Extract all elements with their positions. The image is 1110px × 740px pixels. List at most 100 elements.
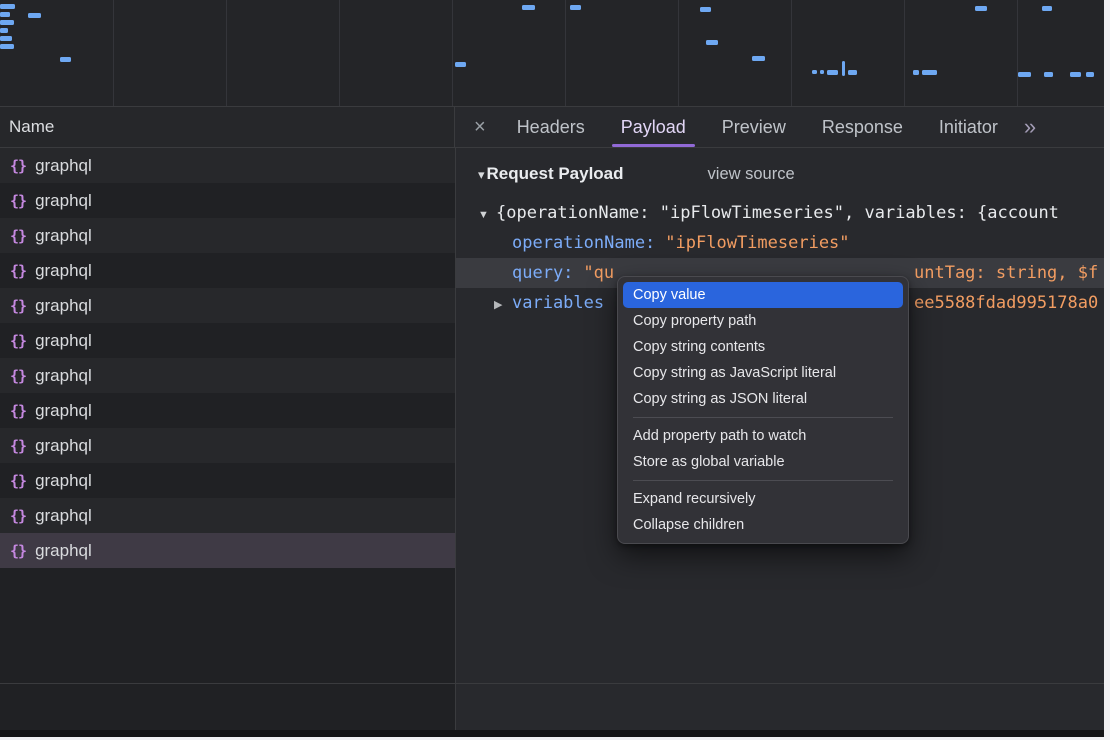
json-braces-icon: {} — [10, 472, 26, 490]
name-column-label: Name — [9, 117, 54, 137]
request-row[interactable]: {} graphql — [0, 183, 455, 218]
tree-row-operationname[interactable]: operationName:"ipFlowTimeseries" — [456, 228, 1104, 258]
request-row[interactable]: {} graphql — [0, 148, 455, 183]
request-label: graphql — [35, 261, 92, 281]
json-braces-icon: {} — [10, 192, 26, 210]
request-row[interactable]: {} graphql — [0, 323, 455, 358]
request-list: {} graphql {} graphql {} graphql {} graphql {} gr… — [0, 148, 456, 737]
menu-item-collapse-children[interactable]: Collapse children — [623, 512, 903, 538]
menu-divider — [633, 480, 893, 481]
menu-item-copy-string-contents[interactable]: Copy string contents — [623, 334, 903, 360]
request-row[interactable]: {}graphql — [0, 428, 455, 463]
request-row[interactable]: {}graphql — [0, 358, 455, 393]
timeline-bar — [752, 56, 765, 61]
json-braces-icon: {} — [10, 262, 26, 280]
timeline-bar — [820, 70, 824, 74]
overview-grid-line — [904, 0, 905, 106]
timeline-bar — [1044, 72, 1053, 77]
json-braces-icon: {} — [10, 297, 26, 315]
property-value: "ipFlowTimeseries" — [665, 233, 849, 253]
request-row[interactable]: {} graphql — [0, 253, 455, 288]
request-row[interactable]: {}graphql — [0, 533, 455, 568]
collapse-triangle-icon[interactable]: ▶ — [494, 290, 512, 320]
menu-item-copy-value[interactable]: Copy value — [623, 282, 903, 308]
timeline-bar — [0, 20, 14, 25]
expand-triangle-icon[interactable]: ▼ — [478, 200, 496, 230]
json-braces-icon: {} — [10, 367, 26, 385]
property-value: "qu — [583, 263, 614, 283]
more-tabs-icon[interactable]: » — [1024, 107, 1036, 147]
menu-item-copy-string-as-json-literal[interactable]: Copy string as JSON literal — [623, 386, 903, 412]
overview-grid-line — [791, 0, 792, 106]
timeline-bar — [848, 70, 857, 75]
timeline-bar — [522, 5, 535, 10]
window-bottom-edge — [0, 730, 1104, 737]
timeline-bar — [60, 57, 71, 62]
request-label: graphql — [35, 401, 92, 421]
timeline-bar — [1086, 72, 1094, 77]
view-source-link[interactable]: view source — [708, 165, 795, 184]
overview-grid-line — [226, 0, 227, 106]
panel-header-row: Name × HeadersPayloadPreviewResponseInit… — [0, 107, 1104, 148]
timeline-bar — [0, 36, 12, 41]
overview-grid-line — [339, 0, 340, 106]
json-braces-icon: {} — [10, 402, 26, 420]
request-label: graphql — [35, 156, 92, 176]
menu-item-add-property-path-to-watch[interactable]: Add property path to watch — [623, 423, 903, 449]
tree-row-root[interactable]: ▼{operationName: "ipFlowTimeseries", var… — [456, 198, 1104, 228]
menu-item-copy-property-path[interactable]: Copy property path — [623, 308, 903, 334]
json-braces-icon: {} — [10, 332, 26, 350]
section-collapse-triangle-icon[interactable]: ▾ — [478, 167, 485, 183]
request-row[interactable]: {} graphql — [0, 393, 455, 428]
timeline-bar — [913, 70, 919, 75]
section-title: Request Payload — [487, 164, 624, 184]
property-key: variables — [512, 293, 614, 313]
overview-grid-line — [113, 0, 114, 106]
request-row[interactable]: {} graphql — [0, 218, 455, 253]
request-label: graphql — [35, 331, 92, 351]
timeline-bar — [922, 70, 937, 75]
tab-initiator[interactable]: Initiator — [921, 107, 1016, 147]
close-panel-button[interactable]: × — [456, 107, 499, 147]
devtools-window: Name × HeadersPayloadPreviewResponseInit… — [0, 0, 1104, 737]
timeline-bar — [1070, 72, 1081, 77]
name-column-header[interactable]: Name — [0, 107, 455, 147]
property-value-tail: untTag: string, $f — [914, 258, 1098, 288]
timeline-bar — [706, 40, 718, 45]
request-label: graphql — [35, 191, 92, 211]
timeline-bar — [0, 4, 15, 9]
json-braces-icon: {} — [10, 157, 26, 175]
tab-strip: HeadersPayloadPreviewResponseInitiator — [499, 107, 1016, 147]
menu-item-copy-string-as-javascript-literal[interactable]: Copy string as JavaScript literal — [623, 360, 903, 386]
timeline-bar — [1018, 72, 1031, 77]
timeline-bar — [1042, 6, 1052, 11]
request-row[interactable]: {}graphql — [0, 288, 455, 323]
timeline-bar — [455, 62, 466, 67]
json-braces-icon: {} — [10, 227, 26, 245]
menu-divider — [633, 417, 893, 418]
timeline-bar — [0, 44, 14, 49]
request-row[interactable]: {}graphql — [0, 463, 455, 498]
timeline-bar — [0, 12, 10, 17]
request-row[interactable]: {}graphql — [0, 498, 455, 533]
tab-response[interactable]: Response — [804, 107, 921, 147]
timeline-bar — [827, 70, 838, 75]
tab-payload[interactable]: Payload — [603, 107, 704, 147]
timeline-bar — [842, 61, 845, 76]
request-label: graphql — [35, 226, 92, 246]
overview-grid-line — [565, 0, 566, 106]
menu-item-store-as-global-variable[interactable]: Store as global variable — [623, 449, 903, 475]
property-value-tail: ee5588fdad995178a0 — [914, 288, 1098, 318]
request-label: graphql — [35, 506, 92, 526]
network-overview[interactable] — [0, 0, 1104, 107]
timeline-bar — [700, 7, 711, 12]
property-key: query: — [512, 263, 583, 283]
request-payload-section-header: ▾Request Payload view source — [456, 148, 1104, 184]
footer-divider — [0, 683, 1104, 684]
root-preview: {operationName: "ipFlowTimeseries", vari… — [496, 203, 1059, 223]
tab-headers[interactable]: Headers — [499, 107, 603, 147]
property-key: operationName: — [512, 233, 665, 253]
overview-grid-line — [1017, 0, 1018, 106]
menu-item-expand-recursively[interactable]: Expand recursively — [623, 486, 903, 512]
tab-preview[interactable]: Preview — [704, 107, 804, 147]
